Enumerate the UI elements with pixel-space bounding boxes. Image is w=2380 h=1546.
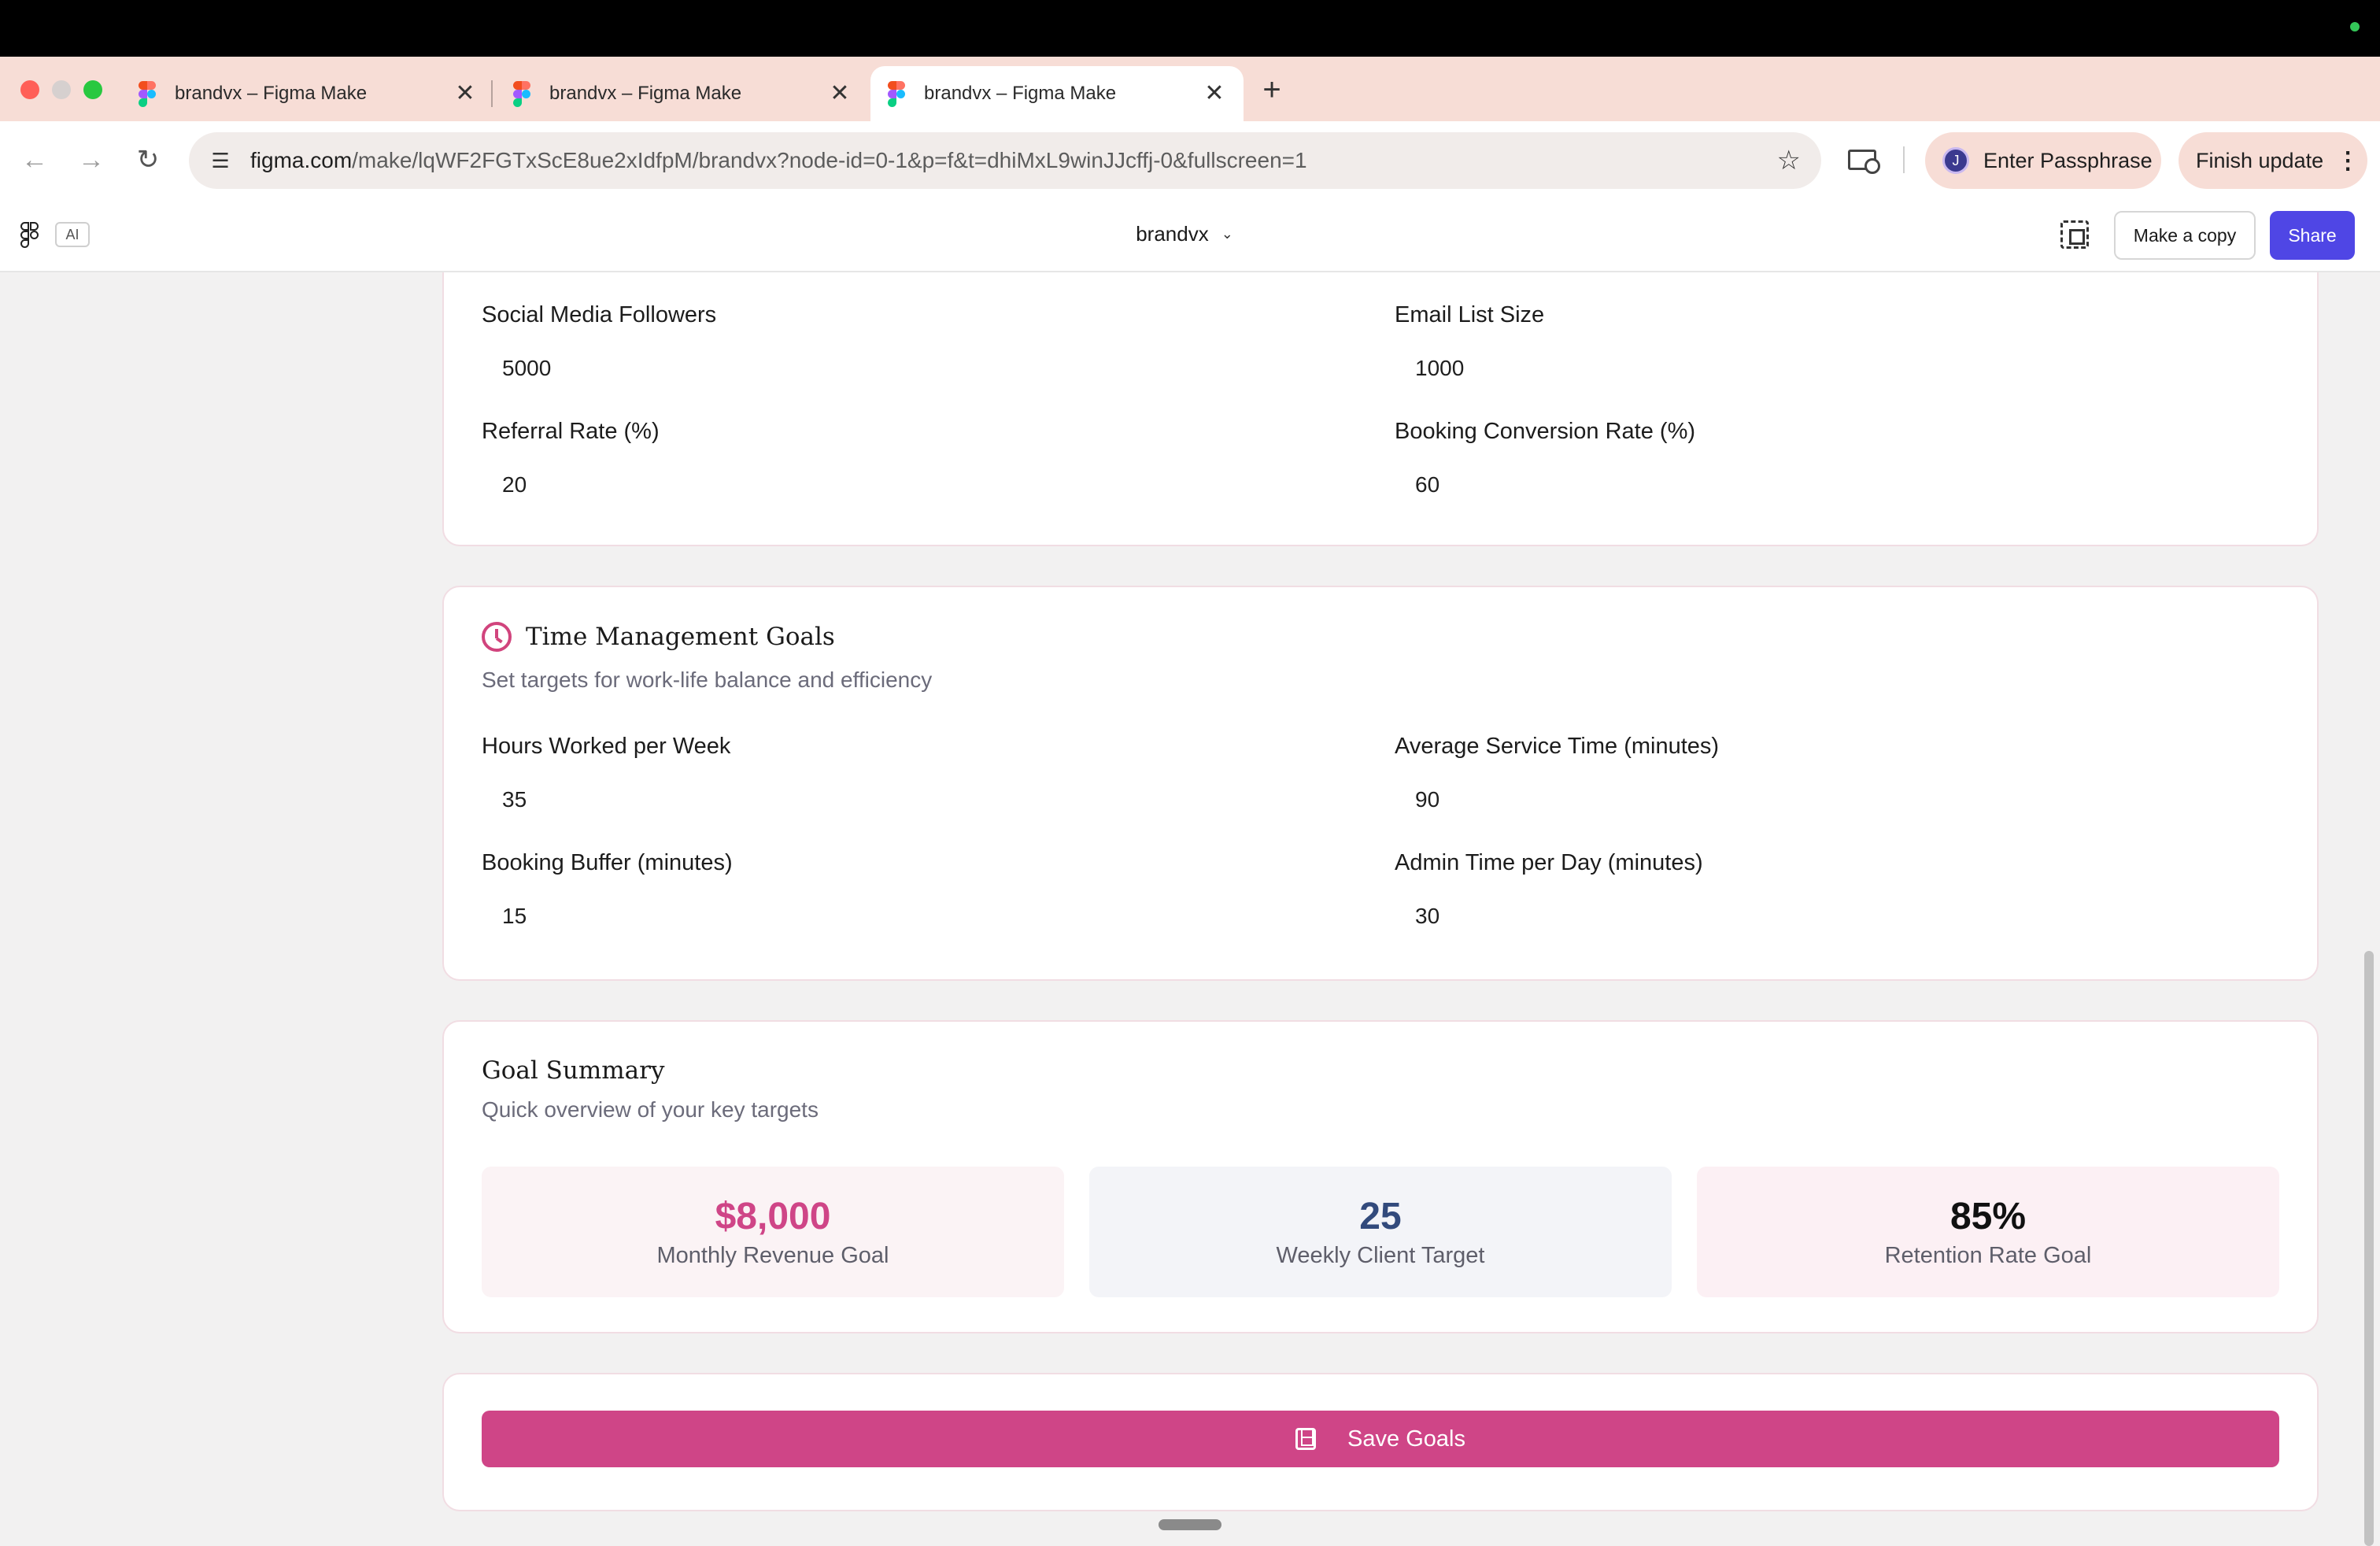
social-media-followers-field: Social Media Followers 5000 xyxy=(482,302,717,380)
profile-avatar: J xyxy=(1942,147,1969,174)
booking-conversion-rate-field: Booking Conversion Rate (%) 60 xyxy=(1395,419,1696,497)
enter-passphrase-button[interactable]: J Enter Passphrase xyxy=(1925,132,2161,189)
site-settings-icon[interactable]: ☰ xyxy=(205,149,236,173)
referral-rate-input[interactable]: 20 xyxy=(502,472,527,497)
booking-buffer-input[interactable]: 15 xyxy=(502,904,527,929)
passphrase-label: Enter Passphrase xyxy=(1983,148,2153,172)
social-media-followers-input[interactable]: 5000 xyxy=(502,356,551,381)
close-tab-icon[interactable]: ✕ xyxy=(453,82,477,105)
stat-label: Monthly Revenue Goal xyxy=(656,1243,889,1268)
section-subtitle: Set targets for work-life balance and ef… xyxy=(482,668,933,692)
system-bar xyxy=(0,0,2380,57)
address-bar[interactable]: ☰ figma.com/make/lqWF2FGTxScE8ue2xIdfpM/… xyxy=(189,132,1821,189)
ai-badge[interactable]: AI xyxy=(55,222,90,247)
stat-label: Weekly Client Target xyxy=(1276,1243,1485,1268)
kebab-icon[interactable]: ⋮ xyxy=(2336,147,2360,175)
drag-handle[interactable] xyxy=(1159,1519,1221,1530)
hours-worked-field: Hours Worked per Week 35 xyxy=(482,734,731,812)
star-icon[interactable]: ☆ xyxy=(1777,145,1801,176)
figma-icon xyxy=(139,81,156,107)
booking-buffer-field: Booking Buffer (minutes) 15 xyxy=(482,850,733,928)
monthly-revenue-stat: $8,000 Monthly Revenue Goal xyxy=(482,1167,1064,1297)
share-button[interactable]: Share xyxy=(2270,211,2355,260)
project-name: brandvx xyxy=(1136,222,1209,246)
weekly-client-stat: 25 Weekly Client Target xyxy=(1089,1167,1672,1297)
save-goals-button[interactable]: Save Goals xyxy=(482,1411,2279,1467)
update-label: Finish update xyxy=(2196,148,2324,172)
clock-icon xyxy=(482,622,512,652)
hours-worked-input[interactable]: 35 xyxy=(502,787,527,812)
stat-value: 25 xyxy=(1359,1196,1402,1237)
field-label: Admin Time per Day (minutes) xyxy=(1395,850,1703,875)
chevron-down-icon: ⌄ xyxy=(1221,226,1233,242)
close-tab-icon[interactable]: ✕ xyxy=(828,82,852,105)
minimize-window-button[interactable] xyxy=(52,80,71,99)
average-service-time-field: Average Service Time (minutes) 90 xyxy=(1395,734,1720,812)
field-label: Social Media Followers xyxy=(482,302,717,327)
cast-icon[interactable] xyxy=(1848,150,1880,174)
time-management-card: Time Management Goals Set targets for wo… xyxy=(442,586,2319,981)
camera-indicator xyxy=(2350,22,2360,31)
close-tab-icon[interactable]: ✕ xyxy=(1203,82,1226,105)
maximize-window-button[interactable] xyxy=(83,80,102,99)
tab-title: brandvx – Figma Make xyxy=(924,83,1117,104)
app-header: AI brandvx ⌄ Make a copy Share xyxy=(0,198,2380,272)
admin-time-field: Admin Time per Day (minutes) 30 xyxy=(1395,850,1703,928)
field-label: Hours Worked per Week xyxy=(482,734,731,759)
url-path: /make/lqWF2FGTxScE8ue2xIdfpM/brandvx?nod… xyxy=(352,148,1307,172)
average-service-time-input[interactable]: 90 xyxy=(1415,787,1439,812)
stat-value: $8,000 xyxy=(715,1196,831,1237)
referral-rate-field: Referral Rate (%) 20 xyxy=(482,419,660,497)
scrollbar-thumb[interactable] xyxy=(2364,951,2374,1546)
field-label: Average Service Time (minutes) xyxy=(1395,734,1720,759)
tab-title: brandvx – Figma Make xyxy=(175,83,368,104)
stat-label: Retention Rate Goal xyxy=(1884,1243,2092,1268)
project-name-dropdown[interactable]: brandvx ⌄ xyxy=(1102,222,1267,246)
section-subtitle: Quick overview of your key targets xyxy=(482,1097,819,1122)
tab-strip: brandvx – Figma Make ✕ brandvx – Figma M… xyxy=(0,57,2380,121)
toolbar-divider xyxy=(1903,146,1905,173)
main-content: Social Media Followers 5000 Email List S… xyxy=(0,272,2380,1546)
forward-arrow-icon[interactable]: → xyxy=(72,140,110,179)
reload-icon[interactable]: ↻ xyxy=(129,140,167,179)
tab-divider xyxy=(491,80,493,107)
present-icon[interactable] xyxy=(2060,220,2089,249)
booking-conversion-rate-input[interactable]: 60 xyxy=(1415,472,1439,497)
floppy-disk-icon xyxy=(1295,1428,1317,1450)
field-label: Booking Conversion Rate (%) xyxy=(1395,419,1696,444)
stat-value: 85% xyxy=(1949,1196,2027,1237)
field-label: Referral Rate (%) xyxy=(482,419,660,444)
save-card: Save Goals xyxy=(442,1373,2319,1511)
section-title: Goal Summary xyxy=(482,1056,665,1085)
figma-icon[interactable] xyxy=(20,222,39,249)
navigation-bar: ← → ↻ ☰ figma.com/make/lqWF2FGTxScE8ue2x… xyxy=(0,121,2380,198)
email-list-size-field: Email List Size 1000 xyxy=(1395,302,1545,380)
figma-icon xyxy=(888,81,905,107)
url-host: figma.com xyxy=(250,148,353,172)
figma-icon xyxy=(513,81,530,107)
section-header: Time Management Goals xyxy=(482,622,835,652)
back-arrow-icon[interactable]: ← xyxy=(16,140,54,179)
finish-update-button[interactable]: Finish update ⋮ xyxy=(2179,132,2367,189)
url-text[interactable]: figma.com/make/lqWF2FGTxScE8ue2xIdfpM/br… xyxy=(250,148,1777,173)
admin-time-input[interactable]: 30 xyxy=(1415,904,1439,929)
retention-rate-stat: 85% Retention Rate Goal xyxy=(1697,1167,2279,1297)
close-window-button[interactable] xyxy=(20,80,39,99)
goal-summary-card: Goal Summary Quick overview of your key … xyxy=(442,1020,2319,1333)
browser-tab[interactable]: brandvx – Figma Make ✕ xyxy=(496,66,869,121)
new-tab-button[interactable]: + xyxy=(1256,66,1288,113)
save-goals-label: Save Goals xyxy=(1347,1426,1465,1452)
tab-title: brandvx – Figma Make xyxy=(549,83,742,104)
section-title: Time Management Goals xyxy=(526,623,835,651)
field-label: Booking Buffer (minutes) xyxy=(482,850,733,875)
make-a-copy-button[interactable]: Make a copy xyxy=(2114,211,2256,260)
scrollbar[interactable] xyxy=(2358,272,2380,1546)
browser-tab-active[interactable]: brandvx – Figma Make ✕ xyxy=(870,66,1244,121)
browser-tab[interactable]: brandvx – Figma Make ✕ xyxy=(121,66,494,121)
email-list-size-input[interactable]: 1000 xyxy=(1415,356,1464,381)
field-label: Email List Size xyxy=(1395,302,1545,327)
growth-metrics-card: Social Media Followers 5000 Email List S… xyxy=(442,272,2319,546)
